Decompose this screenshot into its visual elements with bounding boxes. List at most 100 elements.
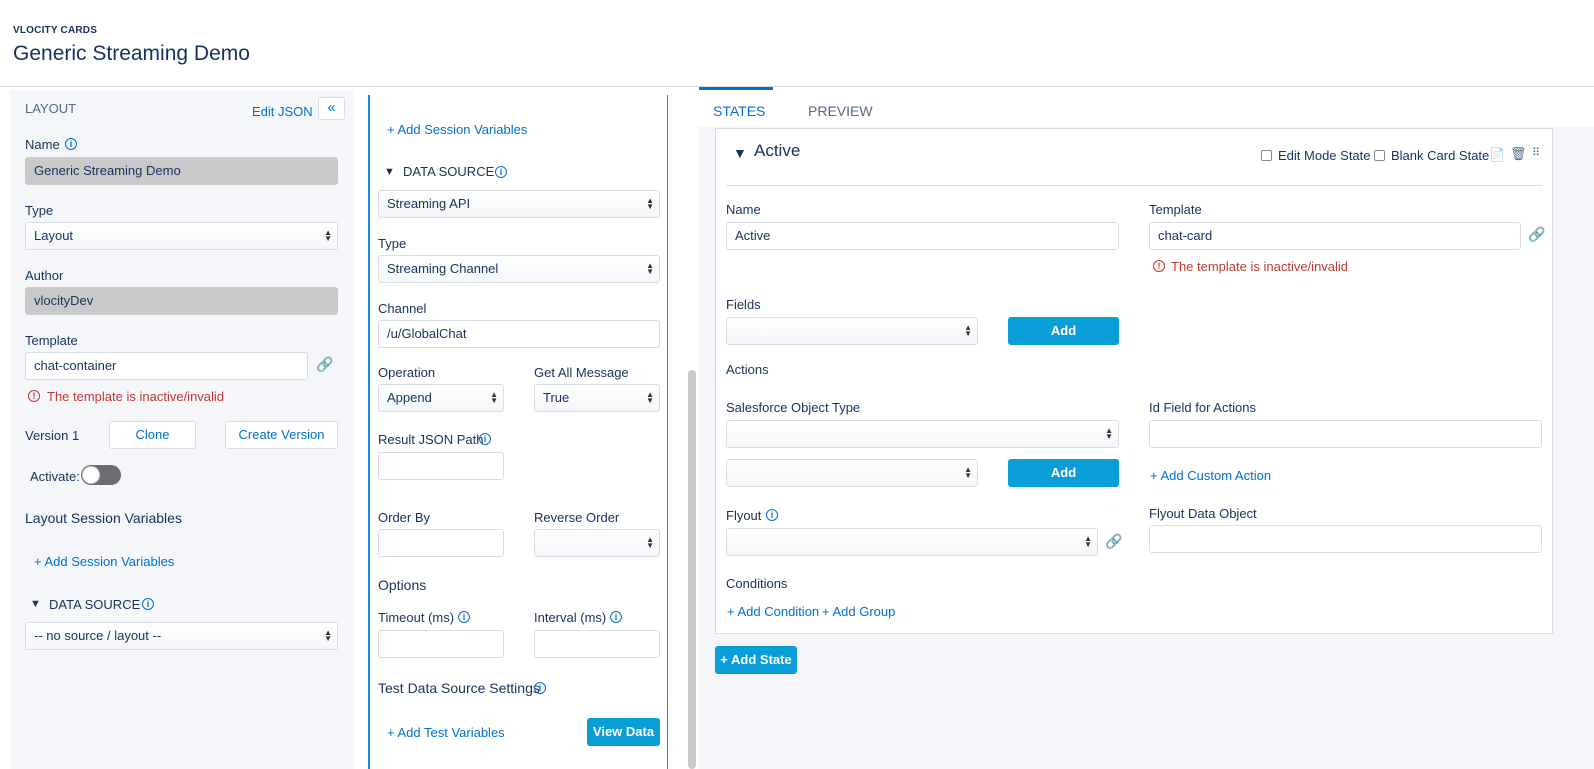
data-source-select-value: Streaming API (387, 196, 471, 211)
state-title: Active (754, 141, 801, 160)
select-arrows-icon: ▲ ▼ (646, 390, 654, 405)
add-field-button[interactable]: Add (1008, 317, 1119, 345)
get-all-message-select[interactable]: True ▲ ▼ (534, 384, 660, 412)
add-session-vars-link[interactable]: + Add Session Variables (387, 122, 527, 137)
data-source-title: DATA SOURCE (49, 597, 141, 612)
operation-select-value: Append (387, 390, 432, 405)
conditions-label: Conditions (726, 576, 788, 591)
get-all-message-value: True (543, 390, 570, 405)
timeout-label: Timeout (ms) (378, 610, 455, 625)
collapse-triangle-icon[interactable]: ▼ (30, 598, 41, 610)
scrollbar[interactable] (688, 370, 696, 769)
template-label: Template (25, 333, 78, 348)
add-custom-action-link[interactable]: + Add Custom Action (1150, 468, 1271, 483)
flyout-select[interactable]: ▲ ▼ (726, 528, 1098, 556)
info-icon: i (65, 138, 77, 150)
activate-toggle[interactable] (81, 465, 121, 485)
state-template-field[interactable]: chat-card (1149, 222, 1521, 250)
edit-mode-state-checkbox[interactable] (1261, 150, 1272, 161)
middle-panel-border (368, 95, 370, 769)
type-label: Type (25, 203, 54, 218)
add-state-button[interactable]: + Add State (715, 646, 797, 674)
fields-label: Fields (726, 297, 761, 312)
select-arrows-icon: ▲ ▼ (646, 535, 654, 550)
channel-field[interactable]: /u/GlobalChat (378, 320, 660, 348)
divider (726, 185, 1542, 186)
data-source-select[interactable]: Streaming API ▲ ▼ (378, 190, 660, 218)
action-select[interactable]: ▲ ▼ (726, 459, 978, 487)
interval-field[interactable] (534, 630, 660, 658)
reverse-order-label: Reverse Order (534, 510, 620, 525)
sf-object-type-label: Salesforce Object Type (726, 400, 861, 415)
layout-type-select[interactable]: Layout ▲ ▼ (25, 222, 338, 250)
view-data-button[interactable]: View Data (587, 718, 660, 746)
select-arrows-icon: ▲ ▼ (1105, 426, 1113, 441)
collapse-panel-button[interactable]: « (318, 97, 345, 120)
add-test-vars-link[interactable]: + Add Test Variables (387, 725, 505, 740)
author-label: Author (25, 268, 64, 283)
template-error-text: The template is inactive/invalid (47, 389, 225, 404)
info-icon: i (458, 611, 470, 623)
collapse-triangle-icon[interactable]: ▼ (733, 145, 747, 161)
tab-preview[interactable]: PREVIEW (808, 103, 873, 119)
copy-icon[interactable]: 📄 (1489, 147, 1505, 163)
state-name-field[interactable]: Active (726, 222, 1119, 250)
app-eyebrow: VLOCITY CARDS (13, 25, 98, 36)
collapse-triangle-icon[interactable]: ▼ (384, 166, 395, 178)
select-arrows-icon: ▲ ▼ (490, 390, 498, 405)
flyout-label: Flyout (726, 508, 762, 523)
link-icon[interactable]: 🔗 (316, 356, 333, 373)
blank-card-state-label: Blank Card State (1391, 148, 1490, 163)
order-by-field[interactable] (378, 529, 504, 557)
page-header: VLOCITY CARDS Generic Streaming Demo (0, 0, 1594, 87)
error-icon: ! (1153, 260, 1165, 272)
trash-icon[interactable]: 🗑 (1510, 146, 1527, 162)
clone-button[interactable]: Clone (109, 421, 196, 449)
timeout-field[interactable] (378, 630, 504, 658)
data-source-select[interactable]: -- no source / layout -- ▲ ▼ (25, 622, 338, 650)
type-select[interactable]: Streaming Channel ▲ ▼ (378, 255, 660, 283)
drag-handle-icon[interactable]: ⠿ (1532, 146, 1540, 159)
id-field-input[interactable] (1149, 420, 1542, 448)
add-condition-link[interactable]: + Add Condition (727, 604, 819, 619)
state-template-error-text: The template is inactive/invalid (1171, 259, 1349, 274)
operation-select[interactable]: Append ▲ ▼ (378, 384, 504, 412)
test-settings-title: Test Data Source Settings (378, 680, 540, 696)
error-icon: ! (28, 390, 40, 402)
middle-panel-border (667, 95, 668, 769)
flyout-data-object-field[interactable] (1149, 525, 1542, 553)
layout-name-field[interactable]: Generic Streaming Demo (25, 157, 338, 185)
data-source-title: DATA SOURCE (403, 164, 495, 179)
info-icon: i (610, 611, 622, 623)
edit-json-link[interactable]: Edit JSON (252, 104, 313, 119)
page-title: Generic Streaming Demo (13, 42, 250, 65)
select-arrows-icon: ▲ ▼ (1084, 534, 1092, 549)
actions-label: Actions (726, 362, 769, 377)
select-arrows-icon: ▲ ▼ (646, 196, 654, 211)
blank-card-state-checkbox[interactable] (1374, 150, 1385, 161)
activate-label: Activate: (30, 469, 80, 484)
fields-select[interactable]: ▲ ▼ (726, 317, 978, 345)
state-name-label: Name (726, 202, 761, 217)
tab-states[interactable]: STATES (713, 103, 765, 119)
sf-object-type-select[interactable]: ▲ ▼ (726, 420, 1119, 448)
add-action-button[interactable]: Add (1008, 459, 1119, 487)
link-icon[interactable]: 🔗 (1528, 226, 1545, 243)
type-select-value: Layout (34, 228, 74, 243)
id-field-label: Id Field for Actions (1149, 400, 1256, 415)
reverse-order-select[interactable]: ▲ ▼ (534, 529, 660, 557)
create-version-button[interactable]: Create Version (225, 421, 338, 449)
type-select-value: Streaming Channel (387, 261, 499, 276)
get-all-message-label: Get All Message (534, 365, 629, 380)
toggle-knob (82, 466, 100, 484)
state-card (715, 128, 1553, 634)
select-arrows-icon: ▲ ▼ (964, 465, 972, 480)
link-icon[interactable]: 🔗 (1105, 533, 1122, 550)
author-field[interactable]: vlocityDev (25, 287, 338, 315)
template-field[interactable]: chat-container (25, 352, 308, 380)
result-json-path-field[interactable] (378, 452, 504, 480)
double-chevron-left-icon: « (327, 99, 336, 116)
info-icon: i (534, 682, 546, 694)
add-group-link[interactable]: + Add Group (822, 604, 895, 619)
add-session-vars-link[interactable]: + Add Session Variables (34, 554, 174, 569)
